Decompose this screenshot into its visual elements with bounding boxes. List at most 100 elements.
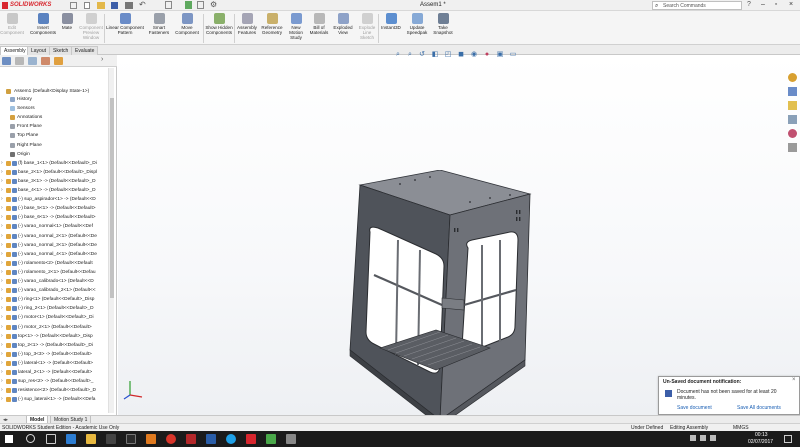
- section-view-icon[interactable]: ◧: [431, 51, 439, 59]
- component-preview-window-button[interactable]: Component Preview Window: [78, 13, 104, 44]
- expand-icon[interactable]: ›: [1, 241, 3, 250]
- edge-browser-icon[interactable]: [66, 434, 76, 444]
- tree-item[interactable]: › (-) base_6<1> -> (Default<<Default>: [0, 213, 110, 222]
- assembly-features-button[interactable]: Assembly Features: [235, 13, 259, 44]
- tray-icons[interactable]: [690, 435, 750, 443]
- bill-of-materials-button[interactable]: Bill of Materials: [308, 13, 330, 44]
- tree-item[interactable]: Right Plane: [0, 141, 110, 150]
- maximize-button[interactable]: ▫: [771, 0, 781, 10]
- solidworks-logo[interactable]: SOLIDWORKS: [2, 1, 51, 10]
- expand-icon[interactable]: ›: [1, 250, 3, 259]
- undo-icon[interactable]: ↶: [139, 0, 146, 9]
- tree-item[interactable]: Top Plane: [0, 131, 110, 140]
- edit-appearance-icon[interactable]: ●: [483, 51, 491, 59]
- notifications-icon[interactable]: [784, 435, 792, 443]
- assembly-model[interactable]: [340, 170, 550, 430]
- task-view-icon[interactable]: [46, 434, 56, 444]
- expand-icon[interactable]: ›: [1, 213, 3, 222]
- expand-icon[interactable]: ›: [1, 177, 3, 186]
- custom-properties-icon[interactable]: [788, 143, 797, 152]
- expand-icon[interactable]: ›: [1, 222, 3, 231]
- smart-fasteners-button[interactable]: Smart Fasteners: [146, 13, 172, 44]
- mate-button[interactable]: Mate: [59, 13, 75, 44]
- expand-icon[interactable]: ›: [1, 295, 3, 304]
- tree-item[interactable]: Front Plane: [0, 122, 110, 131]
- tree-item[interactable]: › (-) varao_calibrado<1> (Default<<D: [0, 277, 110, 286]
- expand-icon[interactable]: ›: [1, 259, 3, 268]
- app-e-icon[interactable]: [146, 434, 156, 444]
- home-icon[interactable]: [70, 2, 77, 9]
- scrollbar-thumb[interactable]: [110, 98, 114, 298]
- expand-icon[interactable]: ›: [1, 159, 3, 168]
- tree-item[interactable]: › (-) rolamento_2<1> (Default<<Defau: [0, 268, 110, 277]
- expand-icon[interactable]: ›: [1, 350, 3, 359]
- take-snapshot-button[interactable]: Take Snapshot: [431, 13, 455, 44]
- expand-icon[interactable]: ›: [1, 286, 3, 295]
- app-red-icon[interactable]: [186, 434, 196, 444]
- hide-show-items-icon[interactable]: ◉: [470, 51, 478, 59]
- panel-arrow-icon[interactable]: ›: [101, 56, 103, 63]
- tree-item[interactable]: Origin: [0, 150, 110, 159]
- expand-icon[interactable]: ›: [1, 304, 3, 313]
- expand-icon[interactable]: ›: [1, 323, 3, 332]
- print-icon[interactable]: [125, 2, 133, 9]
- file-explorer-icon[interactable]: [788, 101, 797, 110]
- move-component-button[interactable]: Move Component: [173, 13, 201, 44]
- dimxpert-tab-icon[interactable]: [41, 57, 50, 65]
- tree-item[interactable]: › (-) motor_2<1> (Default<<Default>: [0, 323, 110, 332]
- view-settings-icon[interactable]: ▭: [509, 51, 517, 59]
- display-style-icon[interactable]: ◼: [457, 51, 465, 59]
- app-green-icon[interactable]: [266, 434, 276, 444]
- feature-tree-tab-icon[interactable]: [2, 57, 11, 65]
- tree-item[interactable]: › (-) varao_normal<1> (Default<<Def: [0, 222, 110, 231]
- help-icon[interactable]: ?: [747, 1, 751, 8]
- expand-icon[interactable]: ›: [1, 341, 3, 350]
- instant3d-button[interactable]: Instant3D: [379, 13, 403, 44]
- expand-icon[interactable]: ›: [1, 377, 3, 386]
- tab-assembly[interactable]: Assembly: [0, 46, 30, 55]
- new-icon[interactable]: [84, 2, 90, 9]
- tree-item[interactable]: › (-) base_5<1> -> (Default<<Default>: [0, 204, 110, 213]
- tree-item[interactable]: › (-) varao_normal_3<1> (Default<<De: [0, 241, 110, 250]
- expand-icon[interactable]: ›: [1, 268, 3, 277]
- cortana-search-icon[interactable]: [26, 434, 35, 443]
- expand-icon[interactable]: ›: [1, 386, 3, 395]
- edit-component-button[interactable]: Edit Component: [0, 13, 24, 44]
- tree-item[interactable]: Annotations: [0, 113, 110, 122]
- tree-item[interactable]: › (-) sup_lateral<1> -> (Default<<Defa: [0, 395, 110, 404]
- graphics-area[interactable]: ⌕ ⌕ ↺ ◧ ◰ ◼ ◉ ● ▣ ▭: [118, 51, 800, 427]
- minimize-button[interactable]: –: [758, 0, 768, 10]
- tree-item[interactable]: › base_3<1> -> (Default<<Default>_D: [0, 177, 110, 186]
- select-icon[interactable]: [165, 1, 172, 9]
- exploded-view-button[interactable]: Exploded View: [332, 13, 354, 44]
- app-gray-icon[interactable]: [286, 434, 296, 444]
- expand-icon[interactable]: ›: [1, 332, 3, 341]
- store-icon[interactable]: [106, 434, 116, 444]
- save-all-documents-link[interactable]: Save All documents: [737, 405, 781, 411]
- tree-item[interactable]: › (-) rolamento<2> (Default<<Default: [0, 259, 110, 268]
- explode-line-sketch-button[interactable]: Explode Line Sketch: [356, 13, 378, 44]
- expand-icon[interactable]: ›: [1, 395, 3, 404]
- expand-icon[interactable]: ›: [1, 232, 3, 241]
- configuration-manager-tab-icon[interactable]: [28, 57, 37, 65]
- file-explorer-icon[interactable]: [86, 434, 96, 444]
- tree-item[interactable]: › (-) sup_aspirador<1> -> (Default<<D: [0, 195, 110, 204]
- tree-item[interactable]: › (-) ring<1> (Default<<Default>_Disp: [0, 295, 110, 304]
- save-document-link[interactable]: Save document: [677, 405, 712, 411]
- save-icon[interactable]: [111, 2, 118, 9]
- show-hidden-components-button[interactable]: Show Hidden Components: [204, 13, 234, 44]
- solidworks-resources-icon[interactable]: [788, 73, 797, 82]
- media-player-icon[interactable]: [126, 434, 136, 444]
- expand-icon[interactable]: ›: [1, 277, 3, 286]
- tree-item[interactable]: › (f) base_1<1> (Default<<Default>_Di: [0, 159, 110, 168]
- previous-view-icon[interactable]: ↺: [418, 51, 426, 59]
- clock-time[interactable]: 00:13: [755, 432, 768, 438]
- zoom-to-area-icon[interactable]: ⌕: [406, 51, 414, 59]
- insert-components-button[interactable]: Insert Components: [26, 13, 60, 44]
- view-orientation-icon[interactable]: ◰: [444, 51, 452, 59]
- appearances-icon[interactable]: [788, 129, 797, 138]
- expand-icon[interactable]: ›: [1, 186, 3, 195]
- apply-scene-icon[interactable]: ▣: [496, 51, 504, 59]
- tree-item[interactable]: › (-) lateral<1> -> (Default<<Default>: [0, 359, 110, 368]
- expand-icon[interactable]: ›: [1, 204, 3, 213]
